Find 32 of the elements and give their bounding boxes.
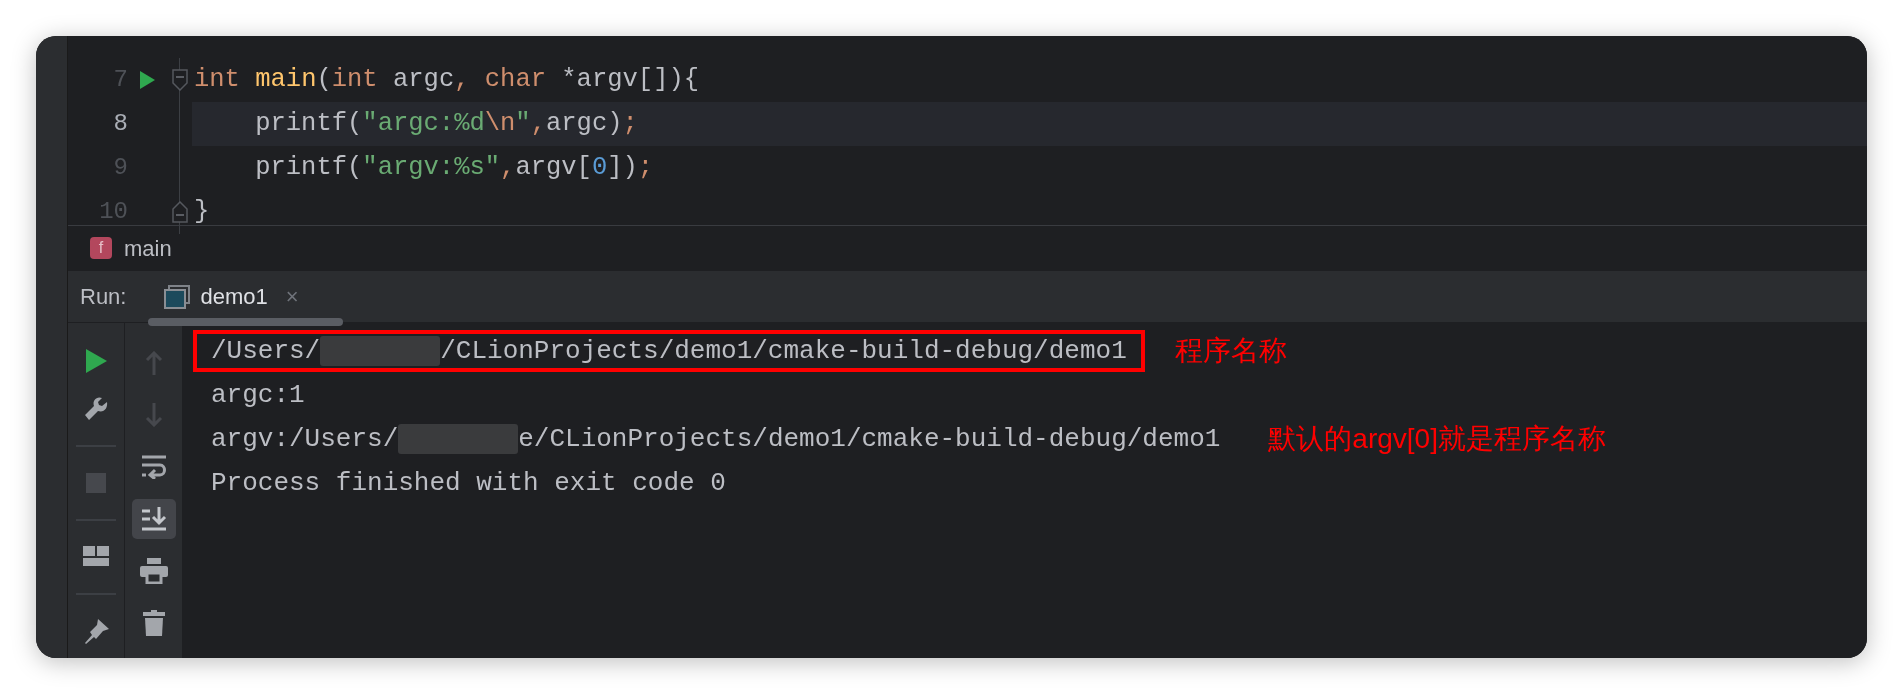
layout-icon <box>83 546 109 568</box>
fold-icon[interactable] <box>172 69 188 91</box>
console-line: argv:/Users/ e/CLionProjects/demo1/cmake-build-debug/demo1 <box>211 422 1221 456</box>
breadcrumb-item[interactable]: main <box>124 231 172 265</box>
code-line: } <box>194 195 210 228</box>
code-line: printf("argv:%s",argv[0]); <box>254 151 654 184</box>
scroll-to-end-icon <box>140 507 167 531</box>
function-badge: f <box>90 237 112 259</box>
console-line: Process finished with exit code 0 <box>211 466 726 500</box>
line-number: 8 <box>112 109 128 139</box>
console-icon <box>164 284 191 309</box>
pin-icon <box>83 617 109 645</box>
console-line: /Users/ /CLionProjects/demo1/cmake-build-debug/demo1 <box>211 334 1127 368</box>
code-line: int main(int argc, char *argv[]){ <box>194 63 700 96</box>
stop-icon <box>86 473 106 493</box>
scroll-to-end-button[interactable] <box>131 499 176 539</box>
wrench-icon <box>83 396 109 422</box>
code-line: printf("argc:%d\n",argc); <box>254 107 638 140</box>
annotation-text: 默认的argv[0]就是程序名称 <box>1268 422 1606 456</box>
run-icon <box>84 348 108 374</box>
scrollbar-thumb[interactable] <box>148 318 343 326</box>
printer-icon <box>139 558 168 584</box>
panel-title: Run: <box>80 283 127 311</box>
fold-icon[interactable] <box>172 201 188 223</box>
arrow-up-icon <box>144 351 163 375</box>
annotation-text: 程序名称 <box>1174 334 1287 368</box>
run-icon[interactable] <box>138 70 156 90</box>
run-tab[interactable]: demo1 × <box>156 274 307 319</box>
soft-wrap-icon <box>140 455 167 479</box>
trash-icon <box>142 610 165 636</box>
arrow-down-icon <box>144 403 163 427</box>
console-line: argc:1 <box>211 378 305 412</box>
